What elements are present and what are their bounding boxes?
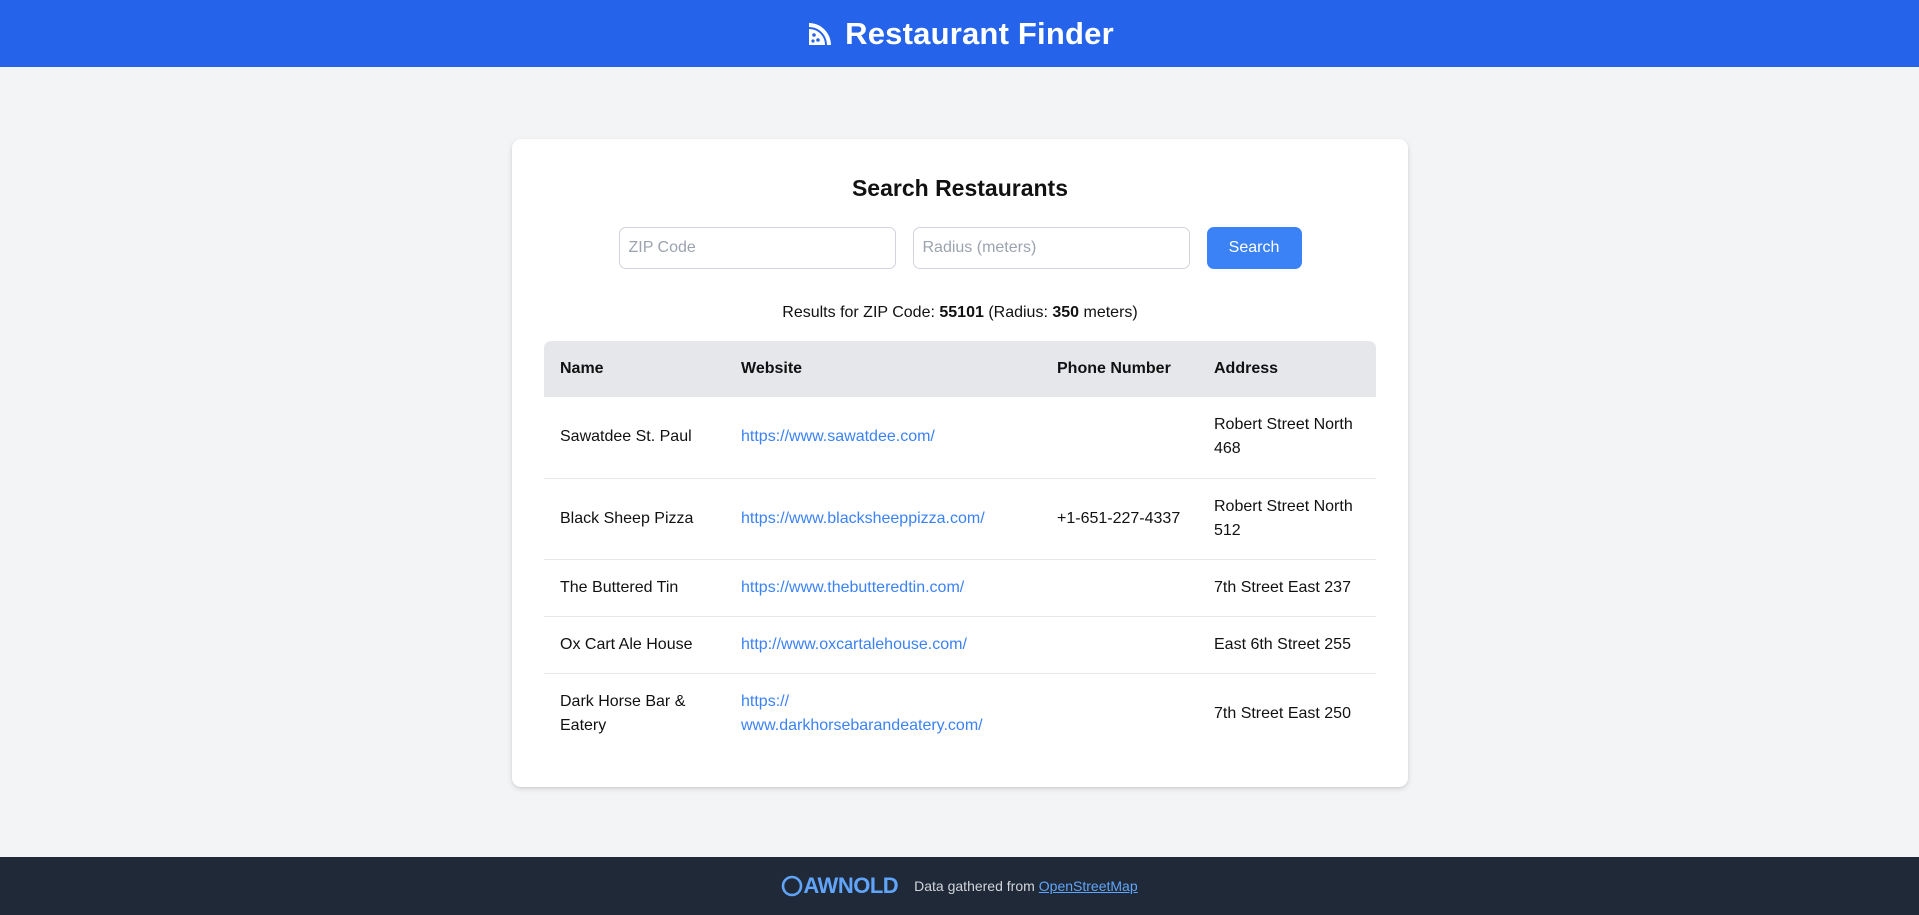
results-summary: Results for ZIP Code: 55101 (Radius: 350… [512, 304, 1408, 322]
column-header-website: Website [741, 360, 803, 377]
restaurant-website-link[interactable]: https:// www.darkhorsebarandeatery.com/ [741, 693, 983, 734]
restaurant-website-link[interactable]: https://www.sawatdee.com/ [741, 428, 935, 445]
table-row: Dark Horse Bar & Eatery https:// www.dar… [544, 672, 1376, 754]
restaurant-phone [1041, 397, 1198, 478]
column-header-phone: Phone Number [1057, 360, 1171, 377]
restaurant-website-link[interactable]: https://www.thebutteredtin.com/ [741, 579, 964, 596]
search-form: Search [512, 227, 1408, 269]
restaurant-address: 7th Street East 237 [1198, 558, 1376, 616]
restaurant-phone [1041, 672, 1198, 754]
results-suffix: meters) [1079, 304, 1138, 321]
app-title: Restaurant Finder [845, 15, 1114, 51]
search-button[interactable]: Search [1206, 227, 1302, 269]
column-header-address: Address [1214, 360, 1279, 377]
pizza-icon [805, 19, 835, 49]
table-row: Black Sheep Pizza https://www.blacksheep… [544, 477, 1376, 559]
restaurant-address: 7th Street East 250 [1198, 672, 1376, 754]
restaurant-name: The Buttered Tin [544, 558, 725, 616]
restaurant-phone: +1-651-227-4337 [1041, 477, 1198, 559]
restaurant-website-link[interactable]: http://www.oxcartalehouse.com/ [741, 636, 967, 653]
restaurant-phone [1041, 558, 1198, 616]
footer-brand[interactable]: AWNOLD [781, 873, 899, 899]
openstreetmap-link[interactable]: OpenStreetMap [1039, 878, 1138, 894]
radius-input[interactable] [912, 227, 1190, 269]
restaurant-website-link[interactable]: https://www.blacksheeppizza.com/ [741, 510, 985, 527]
restaurant-phone [1041, 615, 1198, 673]
table-row: Sawatdee St. Paul https://www.sawatdee.c… [544, 397, 1376, 478]
restaurant-name: Black Sheep Pizza [544, 477, 725, 559]
restaurant-name: Sawatdee St. Paul [560, 428, 692, 446]
github-icon [781, 875, 803, 897]
restaurant-address: Robert Street North 512 [1198, 477, 1376, 559]
footer-attribution-text: Data gathered from [914, 878, 1035, 894]
restaurant-address: East 6th Street 255 [1198, 615, 1376, 673]
app-footer: AWNOLD Data gathered from OpenStreetMap [0, 857, 1919, 915]
search-heading: Search Restaurants [851, 175, 1069, 201]
results-zip: 55101 [939, 304, 984, 321]
results-table-container: Name Website Phone Number Address Sawatd… [544, 341, 1376, 754]
footer-brand-label: AWNOLD [803, 873, 899, 898]
table-row: Ox Cart Ale House http://www.oxcartaleho… [544, 615, 1376, 673]
table-row: The Buttered Tin https://www.thebuttered… [544, 558, 1376, 616]
table-header-row: Name Website Phone Number Address [544, 341, 1376, 397]
results-table: Name Website Phone Number Address Sawatd… [544, 341, 1376, 754]
zip-code-input[interactable] [618, 227, 896, 269]
restaurant-address: Robert Street North 468 [1214, 416, 1353, 458]
results-radius: 350 [1052, 304, 1080, 321]
results-prefix: Results for ZIP Code: [782, 304, 940, 321]
restaurant-name: Dark Horse Bar & Eatery [544, 672, 725, 754]
search-card: Search Restaurants Search Results for ZI… [512, 139, 1408, 787]
app-header: Restaurant Finder [0, 0, 1919, 67]
restaurant-name: Ox Cart Ale House [544, 615, 725, 673]
column-header-name: Name [560, 360, 604, 377]
results-radius-prefix: (Radius: [983, 304, 1053, 321]
